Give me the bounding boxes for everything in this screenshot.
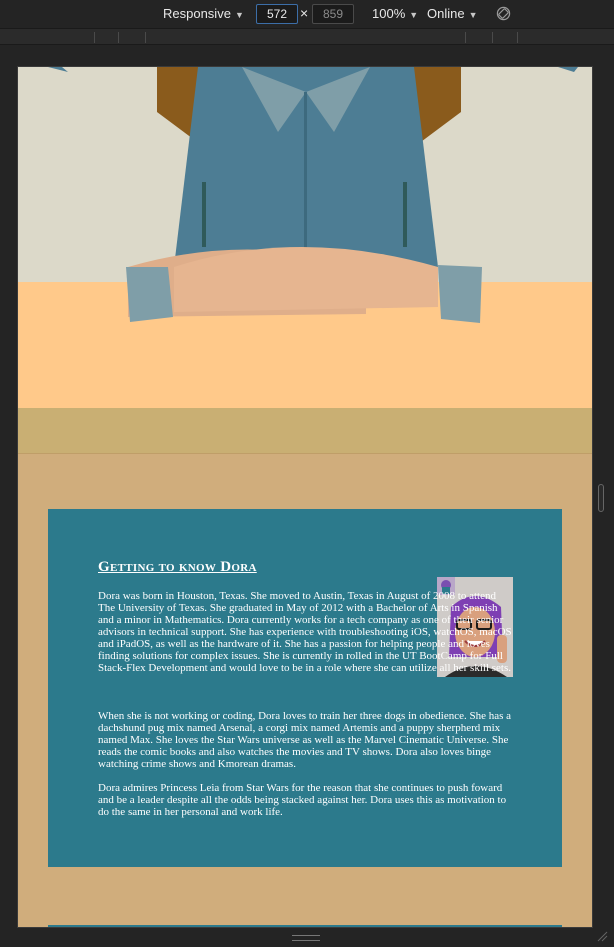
zoom-select[interactable]: 100% ▼	[372, 6, 418, 21]
throttling-select-label: Online	[427, 6, 465, 21]
rotate-icon[interactable]	[496, 6, 511, 21]
device-select[interactable]: Responsive ▼	[163, 6, 244, 21]
throttling-select[interactable]: Online ▼	[427, 6, 478, 21]
about-paragraph: Dora was born in Houston, Texas. She mov…	[98, 590, 512, 674]
chevron-down-icon: ▼	[234, 10, 244, 20]
device-select-label: Responsive	[163, 6, 231, 21]
width-input[interactable]: 572	[256, 4, 298, 24]
about-paragraph: When she is not working or coding, Dora …	[98, 710, 512, 770]
emulated-viewport: Getting to know Dora Dora was born in Ho…	[17, 66, 593, 928]
media-query-ruler[interactable]	[0, 28, 614, 45]
chevron-down-icon: ▼	[468, 10, 478, 20]
desk-shelf	[18, 408, 592, 454]
zoom-select-label: 100%	[372, 6, 406, 21]
about-heading: Getting to know Dora	[98, 559, 257, 575]
dimension-separator: ×	[300, 5, 309, 21]
chevron-down-icon: ▼	[409, 10, 419, 20]
about-paragraph: Dora admires Princess Leia from Star War…	[98, 782, 507, 818]
corner-resize-icon[interactable]	[596, 930, 608, 942]
viewport-resize-handle-bottom[interactable]	[292, 935, 320, 941]
about-section: Getting to know Dora Dora was born in Ho…	[48, 509, 562, 867]
desk-shelf-edge	[18, 453, 592, 454]
next-section-edge	[48, 925, 562, 927]
height-input[interactable]: 859	[312, 4, 354, 24]
viewport-resize-handle-right[interactable]	[598, 484, 604, 512]
device-toolbar: Responsive ▼ 572 × 859 100% ▼ Online ▼	[0, 0, 614, 28]
